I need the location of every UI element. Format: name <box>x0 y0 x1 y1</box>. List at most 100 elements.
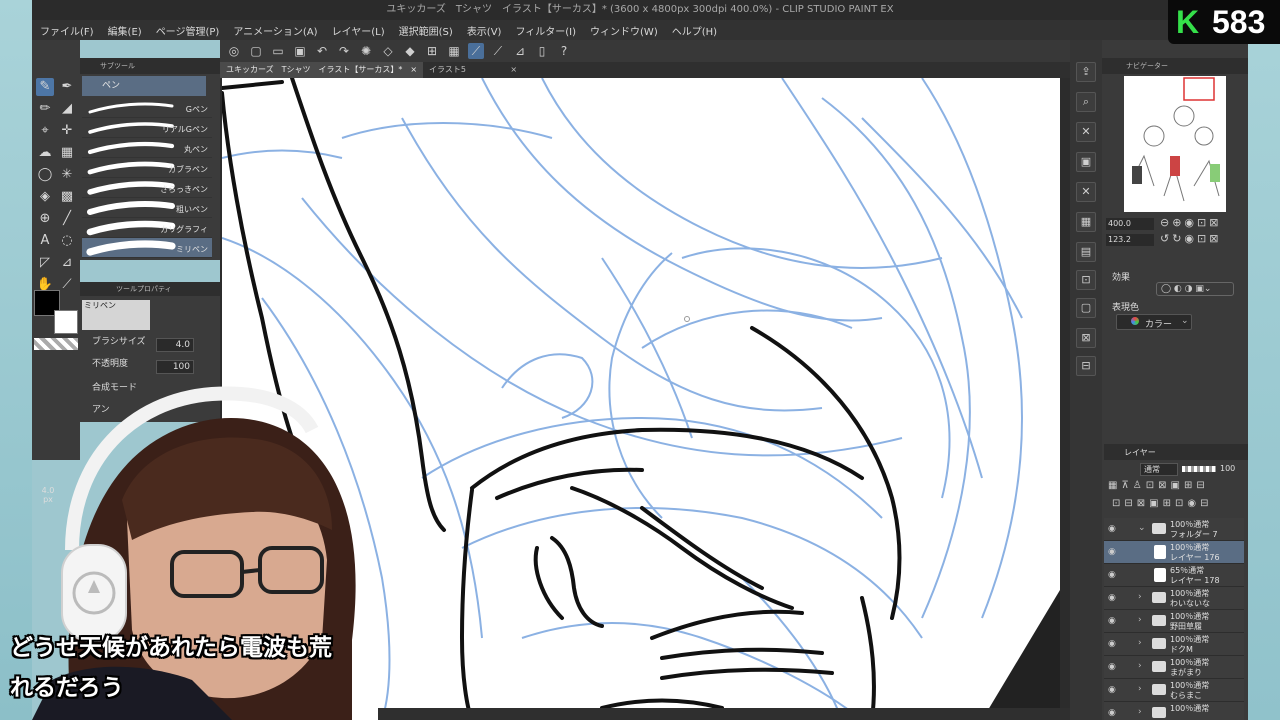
clear-icon[interactable]: ◇ <box>380 43 396 59</box>
rotate-controls[interactable]: ↺↻◉⊡⊠ <box>1160 232 1221 245</box>
app-icon[interactable]: ◎ <box>226 43 242 59</box>
layer-actions-row[interactable]: ⊡⊟⊠▣⊞⊡◉⊟ <box>1112 498 1212 509</box>
selection-pen-icon[interactable]: ⌖ <box>36 122 54 140</box>
pen-tip-icon[interactable]: ✒ <box>58 78 76 96</box>
ruler-icon[interactable]: ▯ <box>534 43 550 59</box>
blend-mode-select[interactable]: 通常 <box>1140 463 1178 476</box>
eraser-tool-icon[interactable]: ◢ <box>58 100 76 118</box>
color-set-icon[interactable]: ⊠ <box>1076 328 1096 348</box>
eye-icon[interactable]: ◉ <box>1108 662 1116 672</box>
brush-item[interactable]: カブラペン <box>82 158 212 178</box>
eye-icon[interactable]: ◉ <box>1108 524 1116 534</box>
item-bank-icon[interactable]: ⊡ <box>1076 270 1096 290</box>
line-tool-icon[interactable]: ╱ <box>58 210 76 228</box>
blend-tool-icon[interactable]: ☁ <box>36 144 54 162</box>
layer-tools-row[interactable]: ▦⊼♙⊡⊠▣⊞⊟ <box>1108 480 1209 491</box>
chevron-right-icon[interactable]: › <box>1138 638 1142 648</box>
text-tool-icon[interactable]: A <box>36 232 54 250</box>
brush-item[interactable]: リアルGペン <box>82 118 212 138</box>
grid-icon[interactable]: ▦ <box>446 43 462 59</box>
brush-item[interactable]: 丸ペン <box>82 138 212 158</box>
layer-row[interactable]: ◉ 100％通常 レイヤー 176 <box>1104 541 1244 564</box>
menu-selection[interactable]: 選択範囲(S) <box>399 23 453 38</box>
loading-icon[interactable]: ✺ <box>358 43 374 59</box>
opacity-field[interactable]: 100 <box>156 360 194 374</box>
sub-color-swatch[interactable] <box>54 310 78 334</box>
pen-tool-icon[interactable]: ✎ <box>36 78 54 96</box>
menu-edit[interactable]: 編集(E) <box>108 23 142 38</box>
navigator-thumbnail[interactable] <box>1124 76 1226 212</box>
layer-row[interactable]: ◉ › 100％通常 野田草履 <box>1104 610 1244 633</box>
vector-icon[interactable]: ⟋ <box>490 43 506 59</box>
layer-row[interactable]: ◉ › 100％通常 わいないな <box>1104 587 1244 610</box>
eye-icon[interactable]: ◉ <box>1108 547 1116 557</box>
brush-item[interactable]: Gペン <box>82 98 212 118</box>
layer-row[interactable]: ◉ 65％通常 レイヤー 178 <box>1104 564 1244 587</box>
brush-item[interactable]: ミリペン <box>82 238 212 258</box>
gradient-tool-icon[interactable]: ▩ <box>58 188 76 206</box>
tab-circus-close-icon[interactable]: × <box>410 62 417 78</box>
layer-row[interactable]: ◉ › 100％通常 むらまこ <box>1104 679 1244 702</box>
transform-icon[interactable]: ⊞ <box>424 43 440 59</box>
layer-row[interactable]: ◉ ⌄ 100％通常 フォルダー 7 <box>1104 518 1244 541</box>
brush-size-field[interactable]: 4.0 <box>156 338 194 352</box>
opacity-slider[interactable] <box>1182 466 1216 472</box>
layer-row[interactable]: ◉ › 100％通常 <box>1104 702 1244 720</box>
menu-filter[interactable]: フィルター(I) <box>515 23 576 38</box>
stabilizer-icon[interactable]: ⟋ <box>468 43 484 59</box>
auto-action-icon[interactable]: ▤ <box>1076 242 1096 262</box>
eyedropper-tool-icon[interactable]: ⟋ <box>58 276 76 294</box>
brush-item[interactable]: さらっきペン <box>82 178 212 198</box>
lasso-tool-icon[interactable]: ◯ <box>36 166 54 184</box>
menu-help[interactable]: ヘルプ(H) <box>672 23 717 38</box>
open-folder-icon[interactable]: ▭ <box>270 43 286 59</box>
chevron-down-icon[interactable]: ⌄ <box>1138 523 1146 533</box>
info-icon[interactable]: ⊟ <box>1076 356 1096 376</box>
effect-buttons[interactable]: ◯ ◐ ◑ ▣⌄ <box>1156 282 1234 296</box>
transparent-color-swatch[interactable] <box>34 338 78 350</box>
eye-icon[interactable]: ◉ <box>1108 616 1116 626</box>
tab-illust5-close-icon[interactable]: × <box>510 62 517 78</box>
grid-tool-icon[interactable]: ▦ <box>58 144 76 162</box>
undo-icon[interactable]: ↶ <box>314 43 330 59</box>
layer-row[interactable]: ◉ › 100％通常 ドクM <box>1104 633 1244 656</box>
snap-icon[interactable]: ⊿ <box>512 43 528 59</box>
brush-item[interactable]: 粗いペン <box>82 198 212 218</box>
rotate-field[interactable]: 123.2 <box>1106 234 1154 246</box>
chevron-right-icon[interactable]: › <box>1138 661 1142 671</box>
layer-property-icon[interactable]: ▣ <box>1076 152 1096 172</box>
expression-color-select[interactable]: カラー ⌄ <box>1116 314 1192 330</box>
redo-icon[interactable]: ↷ <box>336 43 352 59</box>
eye-icon[interactable]: ◉ <box>1108 685 1116 695</box>
save-icon[interactable]: ▣ <box>292 43 308 59</box>
color-icon[interactable]: ▦ <box>1076 212 1096 232</box>
pencil-tool-icon[interactable]: ✏ <box>36 100 54 118</box>
history-icon[interactable]: ✕ <box>1076 182 1096 202</box>
move-tool-icon[interactable]: ✛ <box>58 122 76 140</box>
material-icon[interactable]: ⇪ <box>1076 62 1096 82</box>
chevron-right-icon[interactable]: › <box>1138 684 1142 694</box>
balloon-tool-icon[interactable]: ◌ <box>58 232 76 250</box>
menu-layer[interactable]: レイヤー(L) <box>332 23 385 38</box>
sub-view-icon[interactable]: ▢ <box>1076 298 1096 318</box>
zoom-controls[interactable]: ⊖⊕◉⊡⊠ <box>1160 216 1221 229</box>
subtool-group-tab[interactable]: ペン <box>82 76 206 96</box>
eye-icon[interactable]: ◉ <box>1108 570 1116 580</box>
ruler-tool-icon[interactable]: ⊿ <box>58 254 76 272</box>
help-icon[interactable]: ? <box>556 43 572 59</box>
menu-window[interactable]: ウィンドウ(W) <box>590 23 658 38</box>
zoom-field[interactable]: 400.0 <box>1106 218 1154 230</box>
eye-icon[interactable]: ◉ <box>1108 639 1116 649</box>
auto-select-icon[interactable]: ✳ <box>58 166 76 184</box>
tab-illust5[interactable]: イラスト5 × <box>423 62 523 78</box>
menu-page[interactable]: ページ管理(P) <box>156 23 220 38</box>
fill-icon[interactable]: ◆ <box>402 43 418 59</box>
zoom-tool-icon[interactable]: ⊕ <box>36 210 54 228</box>
eye-icon[interactable]: ◉ <box>1108 593 1116 603</box>
brush-item[interactable]: カリグラフィ <box>82 218 212 238</box>
menu-file[interactable]: ファイル(F) <box>40 23 94 38</box>
menu-animation[interactable]: アニメーション(A) <box>233 23 317 38</box>
frame-tool-icon[interactable]: ◸ <box>36 254 54 272</box>
close-panel-icon[interactable]: ✕ <box>1076 122 1096 142</box>
menu-view[interactable]: 表示(V) <box>467 23 502 38</box>
